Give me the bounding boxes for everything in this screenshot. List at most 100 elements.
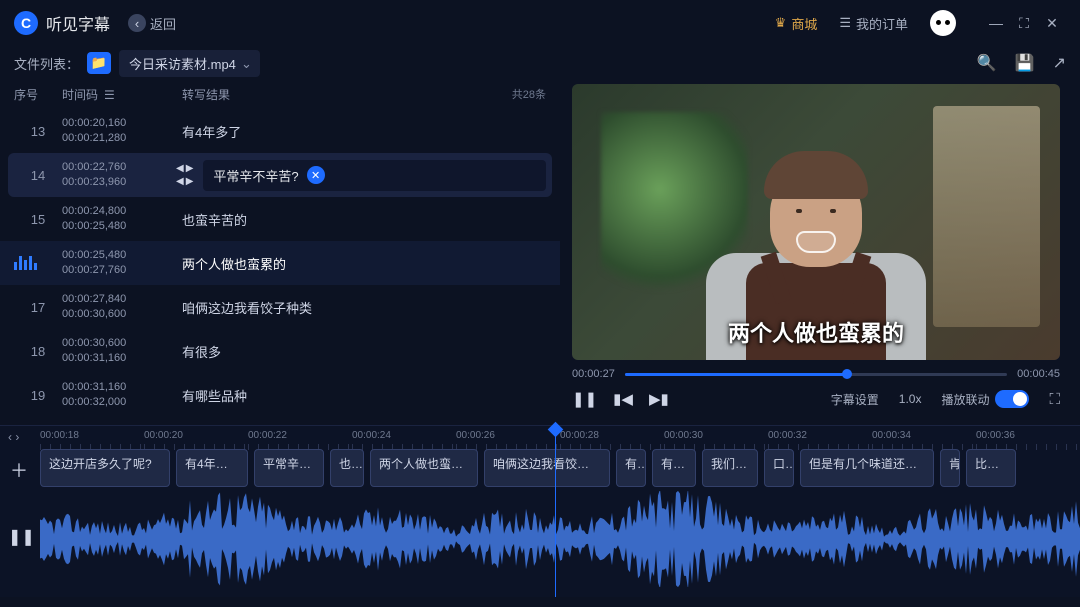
video-preview[interactable]: 两个人做也蛮累的 bbox=[572, 84, 1060, 360]
table-row[interactable]: 1800:00:30,60000:00:31,160有很多 bbox=[0, 329, 560, 373]
title-bar: C 听见字幕 ‹ 返回 ♛ 商城 ☰ 我的订单 ― ⛶ ✕ bbox=[0, 0, 1080, 46]
row-text: 有很多 bbox=[182, 342, 546, 361]
table-row[interactable]: 1900:00:31,16000:00:32,000有哪些品种 bbox=[0, 373, 560, 417]
ruler-tick: 00:00:28 bbox=[560, 430, 664, 441]
playback-speed[interactable]: 1.0x bbox=[899, 392, 922, 406]
row-timecode: 00:00:27,84000:00:30,600 bbox=[62, 292, 182, 323]
add-segment-button[interactable]: ＋ bbox=[8, 457, 30, 479]
row-index: 17 bbox=[14, 300, 62, 315]
ruler-tick: 00:00:18 bbox=[40, 430, 144, 441]
avatar[interactable] bbox=[930, 10, 956, 36]
row-text-input[interactable]: 平常辛不辛苦? ✕ bbox=[203, 160, 546, 191]
ruler-tick: 00:00:20 bbox=[144, 430, 248, 441]
waveform-play-button[interactable]: ❚❚ bbox=[8, 527, 35, 547]
row-count: 共28条 bbox=[512, 86, 546, 103]
row-timecode: 00:00:25,48000:00:27,760 bbox=[62, 248, 182, 279]
timeline-segment[interactable]: 咱俩这边我看饺子种类 bbox=[484, 449, 610, 487]
app-name: 听见字幕 bbox=[46, 11, 110, 35]
table-row[interactable]: 1400:00:22,76000:00:23,960◀▶◀▶平常辛不辛苦?✕ bbox=[8, 153, 552, 197]
col-index: 序号 bbox=[14, 86, 62, 103]
video-duration: 00:00:45 bbox=[1017, 368, 1060, 380]
prev-button[interactable]: ▮◀ bbox=[613, 390, 633, 408]
save-button[interactable]: 💾 bbox=[1015, 53, 1035, 73]
export-button[interactable]: ↗ bbox=[1053, 53, 1066, 73]
timeline-segment[interactable]: 有哪… bbox=[652, 449, 696, 487]
ruler-tick: 00:00:36 bbox=[976, 430, 1080, 441]
window-minimize-button[interactable]: ― bbox=[982, 15, 1010, 31]
timeline-segment[interactable]: 这边开店多久了呢? bbox=[40, 449, 170, 487]
row-timecode: 00:00:31,16000:00:32,000 bbox=[62, 380, 182, 411]
mall-link[interactable]: ♛ 商城 bbox=[775, 14, 818, 33]
transcript-table: 序号 时间码 ☰ 转写结果 共28条 1300:00:20,16000:00:2… bbox=[0, 80, 560, 425]
chevron-down-icon: ⌄ bbox=[241, 56, 252, 72]
col-timecode-label: 时间码 bbox=[62, 86, 98, 103]
chevron-left-icon: ‹ bbox=[128, 14, 146, 32]
col-timecode[interactable]: 时间码 ☰ bbox=[62, 86, 182, 103]
timeline-segment[interactable]: 比如讲 bbox=[966, 449, 1016, 487]
timeline-segment[interactable]: 但是有几个味道还可以 bbox=[800, 449, 934, 487]
row-text: 有4年多了 bbox=[182, 122, 546, 141]
pause-button[interactable]: ❚❚ bbox=[572, 390, 597, 408]
table-header: 序号 时间码 ☰ 转写结果 共28条 bbox=[0, 80, 560, 109]
video-panel: 两个人做也蛮累的 00:00:27 00:00:45 ❚❚ ▮◀ ▶▮ 字幕设置… bbox=[560, 80, 1080, 425]
search-button[interactable]: 🔍 bbox=[977, 53, 997, 73]
timeline-segment[interactable]: 平常辛… bbox=[254, 449, 324, 487]
table-row[interactable]: 1300:00:20,16000:00:21,280有4年多了 bbox=[0, 109, 560, 153]
video-controls: ❚❚ ▮◀ ▶▮ 字幕设置 1.0x 播放联动 ⛶ bbox=[572, 390, 1060, 408]
table-row[interactable]: 1700:00:27,84000:00:30,600咱俩这边我看饺子种类 bbox=[0, 285, 560, 329]
playing-icon bbox=[14, 256, 62, 270]
waveform[interactable] bbox=[40, 491, 1080, 587]
timeline-segment[interactable]: 两个人做也蛮累的 bbox=[370, 449, 478, 487]
waveform-row: ❚❚ bbox=[0, 491, 1080, 587]
row-index: 15 bbox=[14, 212, 62, 227]
sort-icon: ☰ bbox=[104, 88, 115, 102]
row-timecode: 00:00:24,80000:00:25,480 bbox=[62, 204, 182, 235]
window-maximize-button[interactable]: ⛶ bbox=[1010, 15, 1038, 32]
seek-knob[interactable] bbox=[842, 369, 852, 379]
skip-next-icon: ▶▮ bbox=[649, 391, 669, 408]
subtitle-settings-link[interactable]: 字幕设置 bbox=[831, 391, 879, 408]
playhead[interactable] bbox=[555, 426, 556, 597]
ruler-tick: 00:00:24 bbox=[352, 430, 456, 441]
row-text: 也蛮辛苦的 bbox=[182, 210, 546, 229]
clear-text-button[interactable]: ✕ bbox=[307, 166, 325, 184]
save-icon: 💾 bbox=[1015, 55, 1035, 72]
row-timecode: 00:00:22,76000:00:23,960 bbox=[62, 160, 182, 191]
ruler-tick: 00:00:26 bbox=[456, 430, 560, 441]
skip-prev-icon: ▮◀ bbox=[613, 391, 633, 408]
timeline-segment[interactable]: 肯 bbox=[940, 449, 960, 487]
timecode-nudge[interactable]: ◀▶◀▶ bbox=[176, 163, 193, 187]
video-current-time: 00:00:27 bbox=[572, 368, 615, 380]
pause-icon: ❚❚ bbox=[572, 391, 597, 408]
row-text: 平常辛不辛苦? bbox=[213, 166, 298, 185]
folder-icon[interactable]: 📁 bbox=[87, 52, 111, 74]
timeline-segment[interactable]: 有4年多… bbox=[176, 449, 248, 487]
timeline-segment[interactable]: 口… bbox=[764, 449, 794, 487]
video-seek-bar[interactable] bbox=[625, 373, 1007, 376]
timeline-segment[interactable]: 我们家… bbox=[702, 449, 758, 487]
segment-track: ＋ 这边开店多久了呢?有4年多…平常辛…也…两个人做也蛮累的咱俩这边我看饺子种类… bbox=[0, 449, 1080, 487]
next-button[interactable]: ▶▮ bbox=[649, 390, 669, 408]
timeline-segment[interactable]: 有… bbox=[616, 449, 646, 487]
video-person bbox=[770, 167, 862, 267]
ruler-tick: 00:00:34 bbox=[872, 430, 976, 441]
timeline-ruler[interactable]: 00:00:1800:00:2000:00:2200:00:2400:00:26… bbox=[0, 426, 1080, 443]
table-row[interactable]: 1500:00:24,80000:00:25,480也蛮辛苦的 bbox=[0, 197, 560, 241]
window-close-button[interactable]: ✕ bbox=[1038, 15, 1066, 32]
back-button[interactable]: ‹ 返回 bbox=[128, 14, 176, 33]
col-result: 转写结果 bbox=[182, 86, 512, 103]
fullscreen-icon: ⛶ bbox=[1049, 391, 1060, 408]
file-selector[interactable]: 今日采访素材.mp4 ⌄ bbox=[119, 50, 260, 77]
subtitle-overlay: 两个人做也蛮累的 bbox=[572, 316, 1060, 348]
row-index: 13 bbox=[14, 124, 62, 139]
timeline-segment[interactable]: 也… bbox=[330, 449, 364, 487]
table-row[interactable]: 00:00:25,48000:00:27,760两个人做也蛮累的 bbox=[0, 241, 560, 285]
back-label: 返回 bbox=[150, 14, 176, 33]
row-timecode: 00:00:30,60000:00:31,160 bbox=[62, 336, 182, 367]
search-icon: 🔍 bbox=[977, 55, 997, 72]
playback-link-toggle[interactable] bbox=[995, 390, 1029, 408]
row-timecode: 00:00:20,16000:00:21,280 bbox=[62, 116, 182, 147]
fullscreen-button[interactable]: ⛶ bbox=[1049, 391, 1060, 408]
my-orders-link[interactable]: ☰ 我的订单 bbox=[839, 14, 908, 33]
ruler-tick: 00:00:30 bbox=[664, 430, 768, 441]
